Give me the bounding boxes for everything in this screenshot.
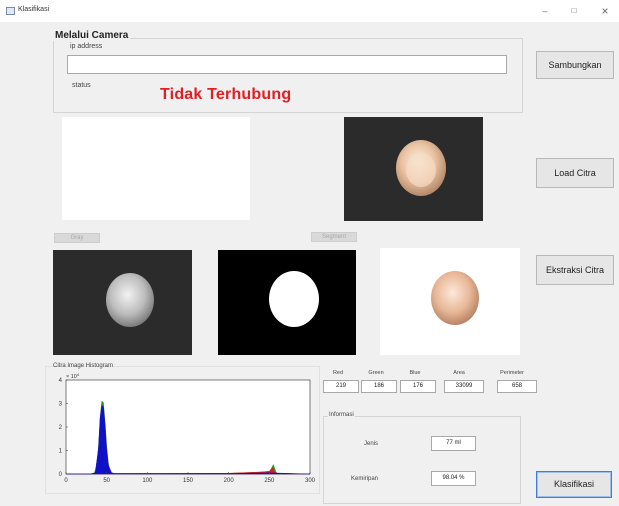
ip-address-input[interactable]: [67, 55, 507, 74]
feature-label-blue: Blue: [409, 370, 421, 376]
kemiripan-label: Kemiripan: [351, 476, 379, 482]
feature-value-perimeter: 658: [497, 380, 537, 393]
information-panel-title: Informasi: [328, 412, 355, 418]
grayscale-shell-image: [106, 273, 154, 327]
segment-button[interactable]: Segment: [311, 232, 357, 242]
gray-button[interactable]: Gray: [54, 233, 100, 243]
y-tick-label: 2: [59, 425, 63, 431]
feature-label-red: Red: [332, 370, 344, 376]
jenis-value: 77 ml: [431, 436, 476, 451]
jenis-label: Jenis: [364, 441, 379, 447]
kemiripan-value: 98.04 %: [431, 471, 476, 486]
window-title: Klasifikasi: [18, 6, 50, 13]
status-value: Tidak Terhubung: [160, 86, 292, 103]
feature-value-blue: 176: [400, 380, 436, 393]
binary-mask-image: [269, 271, 319, 327]
y-exponent-base: × 10: [66, 374, 77, 380]
y-exponent-label: × 104: [66, 372, 80, 380]
title-bar: Klasifikasi – □ ×: [0, 0, 619, 22]
maximize-button[interactable]: □: [562, 4, 586, 18]
x-tick-label: 150: [183, 478, 194, 484]
y-tick-label: 4: [59, 378, 63, 384]
feature-value-green: 186: [361, 380, 397, 393]
klasifikasi-window: Klasifikasi – □ × Melalui Camera ip addr…: [0, 0, 619, 506]
ekstraksi-citra-button[interactable]: Ekstraksi Citra: [536, 255, 614, 285]
x-tick-label: 300: [305, 478, 316, 484]
segmented-image-axes: [218, 250, 356, 355]
original-image-axes: [344, 117, 483, 221]
feature-label-green: Green: [368, 370, 384, 376]
histogram-title: Citra Image Histogram: [53, 363, 114, 369]
x-tick-label: 200: [224, 478, 235, 484]
original-shell-image: [396, 140, 446, 196]
ip-address-label: ip address: [70, 43, 103, 50]
feature-label-perimeter: Perimeter: [500, 370, 524, 376]
camera-panel-title: Melalui Camera: [53, 30, 131, 41]
camera-preview-axes: [62, 117, 250, 220]
extracted-shell-image: [431, 271, 479, 325]
y-tick-label: 3: [59, 402, 63, 408]
y-exponent-power: 4: [77, 372, 80, 377]
x-tick-label: 0: [64, 478, 68, 484]
grayscale-image-axes: [53, 250, 192, 355]
minimize-button[interactable]: –: [533, 4, 557, 18]
x-tick-label: 100: [142, 478, 153, 484]
klasifikasi-button[interactable]: Klasifikasi: [536, 471, 612, 498]
extracted-image-axes: [380, 248, 520, 355]
y-tick-label: 1: [59, 449, 63, 455]
status-label: status: [72, 82, 91, 89]
feature-label-area: Area: [453, 370, 465, 376]
feature-value-area: 33099: [444, 380, 484, 393]
x-tick-label: 50: [103, 478, 110, 484]
information-panel: [323, 416, 521, 504]
sambungkan-button[interactable]: Sambungkan: [536, 51, 614, 79]
app-icon: [6, 7, 15, 15]
close-button[interactable]: ×: [593, 4, 617, 18]
y-tick-label: 0: [59, 472, 63, 478]
load-citra-button[interactable]: Load Citra: [536, 158, 614, 188]
histogram-chart: 0 50 100 150 200 250 300 0 1 2 3 4× 104: [59, 372, 316, 484]
feature-value-red: 219: [323, 380, 359, 393]
x-tick-label: 250: [264, 478, 275, 484]
